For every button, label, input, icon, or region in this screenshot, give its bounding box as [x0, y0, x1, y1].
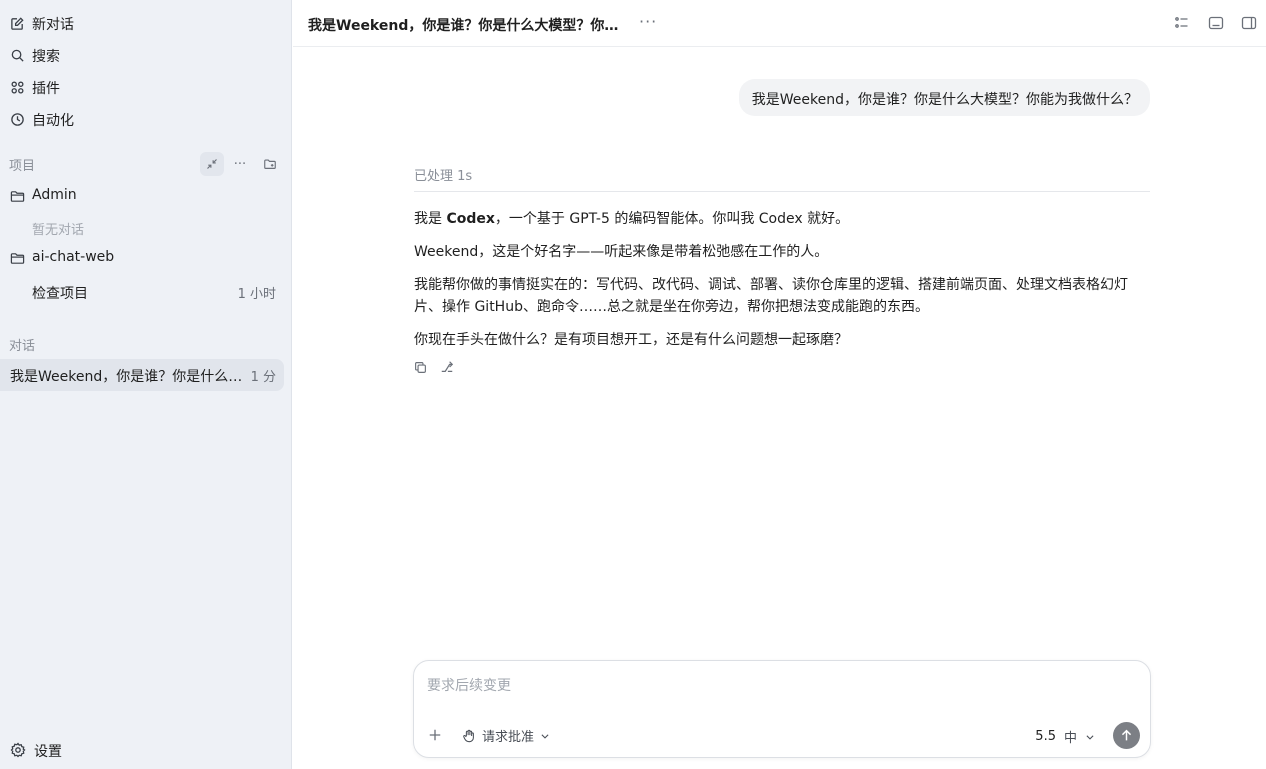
checklist-icon[interactable]	[1174, 15, 1190, 31]
empty-threads-note: 暂无对话	[32, 223, 85, 238]
project-admin-label: Admin	[32, 187, 77, 203]
processed-status[interactable]: 已处理 1s	[414, 165, 1150, 192]
search-button[interactable]: 搜索	[0, 39, 292, 71]
terminal-panel-icon[interactable]	[1208, 15, 1224, 31]
new-chat-button[interactable]: 新对话	[0, 7, 292, 39]
composer-input[interactable]: 要求后续变更	[427, 675, 511, 695]
plugins-label: 插件	[32, 81, 60, 97]
arrow-up-icon	[1121, 729, 1132, 741]
hand-icon	[463, 729, 474, 742]
new-project-button[interactable]	[258, 152, 282, 176]
settings-label: 设置	[34, 744, 62, 760]
conversations-section-label: 对话	[9, 339, 36, 354]
chat-more-button[interactable]: ···	[639, 12, 657, 31]
plugins-button[interactable]: 插件	[0, 71, 292, 103]
plugins-icon	[9, 79, 25, 95]
assistant-paragraph-1: 我是 Codex，一个基于 GPT-5 的编码智能体。你叫我 Codex 就好。	[414, 208, 1144, 230]
projects-more-button[interactable]: ···	[228, 152, 252, 176]
project-ai-chat-web-label: ai-chat-web	[32, 249, 115, 265]
collapse-projects-button[interactable]	[200, 152, 224, 176]
collapse-icon	[207, 159, 217, 169]
chat-title: 我是Weekend，你是谁？你是什么大模型？你能为我做什么？	[308, 18, 628, 34]
user-message-text: 我是Weekend，你是谁？你是什么大模型？你能为我做什么？	[751, 92, 1138, 108]
edit-icon	[9, 15, 25, 31]
model-selector[interactable]: 5.5 中	[1035, 727, 1095, 746]
copy-icon	[414, 361, 426, 373]
reasoning-level: 中	[1063, 731, 1077, 746]
conversation-time: 1 分	[250, 370, 276, 385]
folder-icon	[9, 188, 25, 204]
side-panel-icon[interactable]	[1241, 15, 1257, 31]
automation-label: 自动化	[32, 113, 74, 129]
folder-add-icon	[264, 159, 276, 169]
approval-dropdown[interactable]: 请求批准	[462, 726, 550, 745]
new-chat-label: 新对话	[32, 17, 74, 33]
conversation-title: 我是Weekend，你是谁？你是什么大模型？你能为我做什么？	[10, 369, 248, 385]
thread-row[interactable]: 检查项目 1 小时	[32, 280, 280, 304]
model-version: 5.5	[1035, 729, 1056, 744]
projects-section-label: 项目	[9, 159, 36, 174]
project-ai-chat-web[interactable]: ai-chat-web	[0, 242, 292, 274]
user-message-bubble: 我是Weekend，你是谁？你是什么大模型？你能为我做什么？	[738, 79, 1150, 116]
fork-icon	[441, 361, 454, 372]
chat-header: 我是Weekend，你是谁？你是什么大模型？你能为我做什么？ ···	[293, 0, 1266, 47]
folder-icon	[9, 250, 25, 266]
automation-button[interactable]: 自动化	[0, 103, 292, 135]
approval-label: 请求批准	[482, 730, 535, 745]
search-icon	[9, 47, 25, 63]
gear-icon	[10, 742, 26, 762]
more-icon: ···	[233, 156, 247, 172]
assistant-paragraph-4: 你现在手头在做什么？是有项目想开工，还是有什么问题想一起琢磨？	[414, 332, 848, 348]
project-admin[interactable]: Admin	[0, 180, 292, 212]
send-button[interactable]	[1113, 722, 1140, 749]
sidebar: 新对话 搜索 插件 自动化 项目 ··· Admin 暂无对话 ai-chat-…	[0, 0, 292, 769]
clock-icon	[9, 111, 25, 127]
settings-button[interactable]: 设置	[0, 736, 292, 764]
conversation-item-active[interactable]: 我是Weekend，你是谁？你是什么大模型？你能为我做什么？ 1 分	[0, 359, 284, 391]
thread-title: 检查项目	[32, 286, 88, 302]
chevron-down-icon	[1086, 734, 1094, 740]
assistant-message: 我是 Codex，一个基于 GPT-5 的编码智能体。你叫我 Codex 就好。…	[414, 208, 1144, 362]
processed-label: 已处理 1s	[414, 169, 473, 184]
assistant-p1-suffix: ，一个基于 GPT-5 的编码智能体。你叫我 Codex 就好。	[494, 211, 850, 227]
chevron-down-icon	[541, 733, 549, 739]
assistant-paragraph-3: 我能帮你做的事情挺实在的：写代码、改代码、调试、部署、读你仓库里的逻辑、搭建前端…	[414, 277, 1128, 315]
search-label: 搜索	[32, 49, 60, 65]
assistant-p1-bold: Codex	[446, 211, 495, 227]
assistant-p1-prefix: 我是	[414, 211, 447, 227]
plus-icon	[429, 729, 441, 741]
fork-button[interactable]	[438, 358, 456, 376]
add-attachment-button[interactable]	[428, 725, 442, 745]
thread-time: 1 小时	[237, 287, 276, 302]
copy-button[interactable]	[411, 358, 429, 376]
assistant-paragraph-2: Weekend，这是个好名字——听起来像是带着松弛感在工作的人。	[414, 244, 829, 260]
composer: 要求后续变更 请求批准 5.5 中	[413, 660, 1151, 758]
